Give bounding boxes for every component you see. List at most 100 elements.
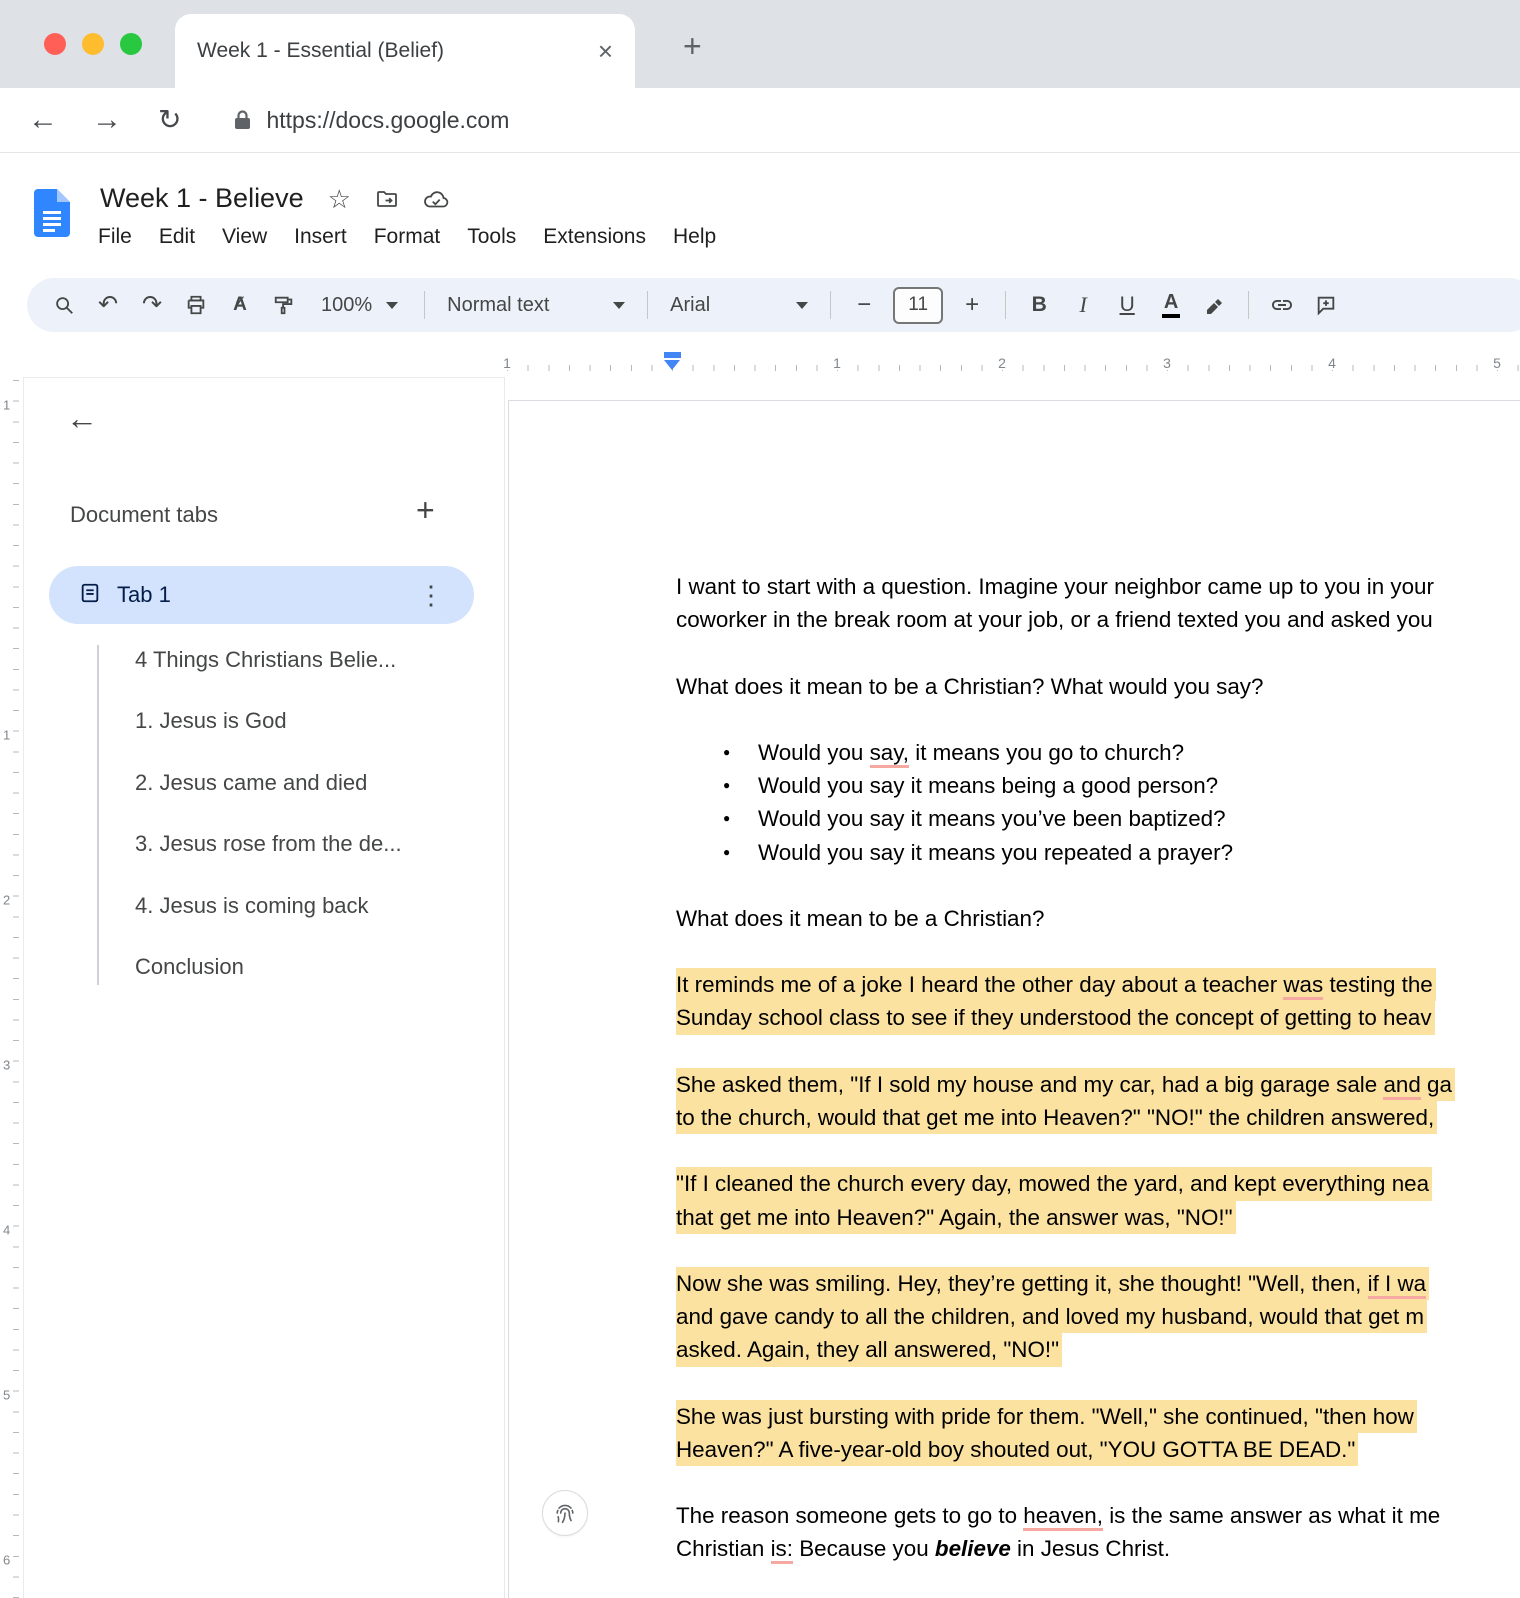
doc-line[interactable]: Now she was smiling. Hey, they’re gettin… <box>676 1267 1455 1300</box>
add-comment-button[interactable] <box>1311 285 1341 325</box>
outline-item[interactable]: 2. Jesus came and died <box>24 752 504 814</box>
outline-item[interactable]: 4 Things Christians Belie... <box>24 629 504 691</box>
italic-button[interactable]: I <box>1068 285 1098 325</box>
cloud-saved-icon[interactable] <box>423 187 449 211</box>
ruler-number: 5 <box>1489 356 1505 370</box>
doc-line[interactable]: She was just bursting with pride for the… <box>676 1400 1455 1433</box>
paint-format-button[interactable] <box>269 285 299 325</box>
undo-button[interactable]: ↶ <box>93 285 123 325</box>
url-text[interactable]: https://docs.google.com <box>266 107 509 134</box>
menu-extensions[interactable]: Extensions <box>543 225 646 249</box>
doc-line[interactable]: "If I cleaned the church every day, mowe… <box>676 1167 1455 1200</box>
paragraph[interactable]: She was just bursting with pride for the… <box>676 1400 1455 1466</box>
new-tab-button[interactable]: + <box>683 28 702 65</box>
menu-edit[interactable]: Edit <box>159 225 195 249</box>
browser-tab-title: Week 1 - Essential (Belief) <box>197 39 598 63</box>
doc-line[interactable]: Heaven?" A five-year-old boy shouted out… <box>676 1433 1455 1466</box>
menu-insert[interactable]: Insert <box>294 225 347 249</box>
star-icon[interactable]: ☆ <box>328 186 351 212</box>
tab-navigator-button[interactable] <box>542 1490 588 1536</box>
decrease-font-size-button[interactable]: − <box>849 285 879 325</box>
paragraph[interactable]: It reminds me of a joke I heard the othe… <box>676 968 1455 1034</box>
doc-line[interactable]: It reminds me of a joke I heard the othe… <box>676 968 1455 1001</box>
paragraph[interactable]: What does it mean to be a Christian? Wha… <box>676 670 1455 703</box>
font-value: Arial <box>670 294 710 317</box>
doc-line[interactable]: Christian is: Because you believe in Jes… <box>676 1532 1455 1565</box>
outline-item[interactable]: Conclusion <box>24 937 504 999</box>
menu-help[interactable]: Help <box>673 225 716 249</box>
underline-button[interactable]: U <box>1112 285 1142 325</box>
menu-bar: File Edit View Insert Format Tools Extensions H… <box>98 225 716 249</box>
add-tab-button[interactable]: + <box>416 494 435 526</box>
browser-tab[interactable]: Week 1 - Essential (Belief) × <box>175 14 635 88</box>
highlight-color-button[interactable] <box>1200 285 1230 325</box>
spellcheck-button[interactable]: A ✓ <box>225 285 255 325</box>
paragraph-style-select[interactable]: Normal text <box>443 294 629 317</box>
lock-icon[interactable] <box>233 109 252 131</box>
browser-forward-button[interactable]: → <box>92 105 122 135</box>
first-line-indent-marker[interactable] <box>664 352 681 358</box>
chevron-down-icon <box>386 302 398 309</box>
document-title[interactable]: Week 1 - Believe <box>100 183 304 214</box>
print-button[interactable] <box>181 285 211 325</box>
doc-line[interactable]: ●Would you say it means being a good per… <box>676 769 1455 802</box>
increase-font-size-button[interactable]: + <box>957 285 987 325</box>
document-page[interactable]: I want to start with a question. Imagine… <box>508 400 1520 1598</box>
toolbar-divider <box>830 291 831 319</box>
menu-view[interactable]: View <box>222 225 267 249</box>
font-size-input[interactable]: 11 <box>893 287 943 324</box>
outline-item[interactable]: 1. Jesus is God <box>24 691 504 753</box>
window-zoom-button[interactable] <box>120 33 142 55</box>
paragraph[interactable]: What does it mean to be a Christian? <box>676 902 1455 935</box>
window-close-button[interactable] <box>44 33 66 55</box>
doc-line[interactable]: coworker in the break room at your job, … <box>676 603 1455 636</box>
doc-line[interactable]: that get me into Heaven?" Again, the ans… <box>676 1201 1455 1234</box>
bullet-list[interactable]: ●Would you say, it means you go to churc… <box>676 736 1455 869</box>
doc-line[interactable]: and gave candy to all the children, and … <box>676 1300 1455 1333</box>
browser-reload-button[interactable]: ↻ <box>158 106 181 134</box>
doc-line[interactable]: She asked them, "If I sold my house and … <box>676 1068 1455 1101</box>
doc-line[interactable]: ●Would you say it means you repeated a p… <box>676 836 1455 869</box>
paragraph[interactable]: The reason someone gets to go to heaven,… <box>676 1499 1455 1565</box>
docs-logo-icon[interactable] <box>34 189 70 242</box>
window-minimize-button[interactable] <box>82 33 104 55</box>
doc-line[interactable]: What does it mean to be a Christian? Wha… <box>676 670 1455 703</box>
print-icon <box>185 294 207 316</box>
left-indent-marker[interactable] <box>664 360 680 370</box>
doc-line[interactable]: ●Would you say it means you’ve been bapt… <box>676 802 1455 835</box>
font-select[interactable]: Arial <box>666 294 812 317</box>
doc-line[interactable]: ●Would you say, it means you go to churc… <box>676 736 1455 769</box>
browser-back-button[interactable]: ← <box>28 105 58 135</box>
doc-line[interactable]: The reason someone gets to go to heaven,… <box>676 1499 1455 1532</box>
outline-item[interactable]: 3. Jesus rose from the de... <box>24 814 504 876</box>
search-menus-button[interactable] <box>49 285 79 325</box>
paragraph[interactable]: She asked them, "If I sold my house and … <box>676 1068 1455 1134</box>
tab-close-icon[interactable]: × <box>598 38 613 64</box>
redo-button[interactable]: ↷ <box>137 285 167 325</box>
vertical-ruler[interactable]: 1123456 <box>0 377 23 1598</box>
menu-format[interactable]: Format <box>374 225 441 249</box>
move-folder-icon[interactable] <box>375 187 399 211</box>
doc-line[interactable]: to the church, would that get me into He… <box>676 1101 1455 1134</box>
paragraph[interactable]: Now she was smiling. Hey, they’re gettin… <box>676 1267 1455 1367</box>
doc-line[interactable]: What does it mean to be a Christian? <box>676 902 1455 935</box>
bold-button[interactable]: B <box>1024 285 1054 325</box>
doc-line[interactable]: asked. Again, they all answered, "NO!" <box>676 1333 1455 1366</box>
paragraph[interactable]: I want to start with a question. Imagine… <box>676 570 1455 636</box>
tab-options-icon[interactable]: ⋮ <box>418 582 444 608</box>
insert-link-button[interactable] <box>1267 285 1297 325</box>
horizontal-ruler[interactable]: 112345 <box>0 346 1520 376</box>
collapse-panel-button[interactable]: ← <box>66 402 98 434</box>
doc-line[interactable]: Sunday school class to see if they under… <box>676 1001 1455 1034</box>
menu-file[interactable]: File <box>98 225 132 249</box>
zoom-select[interactable]: 100% <box>313 294 406 317</box>
menu-tools[interactable]: Tools <box>467 225 516 249</box>
tab-document-icon <box>79 582 101 609</box>
outline-item[interactable]: 4. Jesus is coming back <box>24 875 504 937</box>
paragraph[interactable]: "If I cleaned the church every day, mowe… <box>676 1167 1455 1233</box>
sidebar-tab-selected[interactable]: Tab 1 ⋮ <box>49 566 474 624</box>
document-text[interactable]: I want to start with a question. Imagine… <box>676 570 1455 1598</box>
doc-line[interactable]: I want to start with a question. Imagine… <box>676 570 1455 603</box>
text-color-button[interactable]: A <box>1156 285 1186 325</box>
style-value: Normal text <box>447 294 549 317</box>
